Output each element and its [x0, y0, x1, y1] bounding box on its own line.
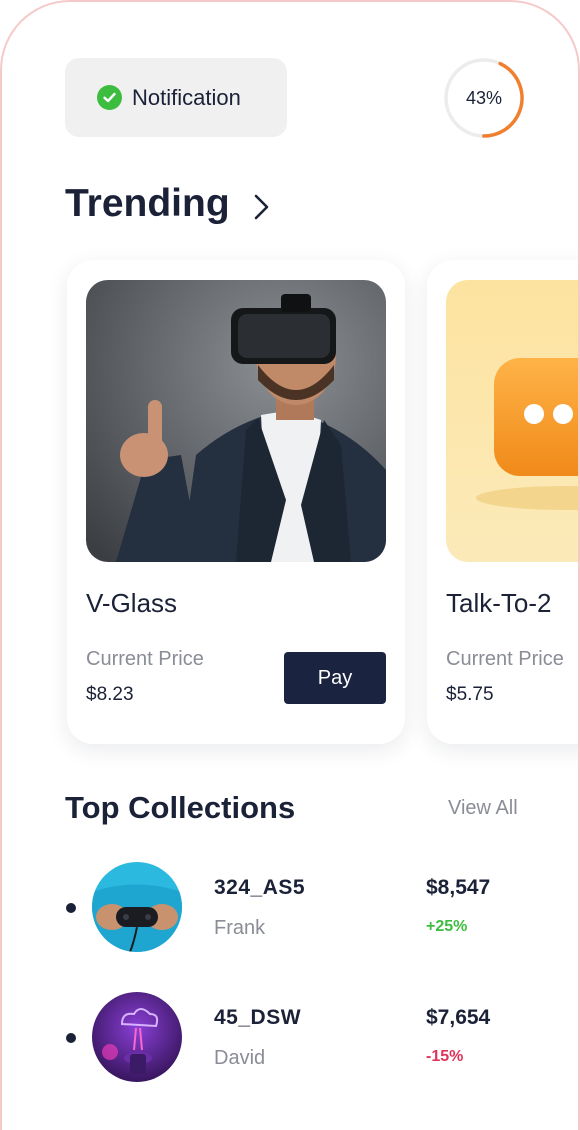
pay-button[interactable]: Pay [284, 652, 386, 704]
bullet-icon [66, 903, 76, 913]
price-value: $5.75 [446, 684, 494, 705]
view-all-link[interactable]: View All [448, 797, 518, 820]
vr-headset-man-photo [86, 280, 386, 562]
price-label: Current Price [446, 648, 564, 670]
orange-chat-bubble-3d [446, 280, 578, 562]
gamepad-blue-photo [92, 862, 182, 952]
collection-change: -15% [426, 1048, 464, 1065]
collection-change: +25% [426, 918, 468, 935]
collection-row[interactable]: 324_AS5 Frank $8,547 +25% [2, 862, 578, 954]
collection-value: $7,654 [426, 1006, 491, 1029]
notification-label: Notification [132, 84, 241, 110]
price-label: Current Price [86, 648, 204, 670]
notification-button[interactable]: Notification [65, 58, 287, 137]
check-circle-icon [97, 85, 122, 110]
trending-title: Trending [65, 182, 230, 225]
chevron-right-icon[interactable] [249, 192, 275, 222]
bullet-icon [66, 1033, 76, 1043]
progress-ring: 43% [443, 57, 525, 139]
collection-name: 324_AS5 [214, 876, 306, 899]
collection-owner: David [214, 1047, 266, 1069]
neon-purple-photo [92, 992, 182, 1082]
collection-owner: Frank [214, 917, 266, 939]
trending-card-talk-to-2[interactable]: Talk-To-2 Current Price $5.75 [427, 260, 578, 744]
trending-card-v-glass[interactable]: V-Glass Current Price $8.23 Pay [67, 260, 405, 744]
collection-value: $8,547 [426, 876, 491, 899]
card-name: Talk-To-2 [446, 588, 552, 618]
phone-frame: Notification 43% Trending V-Glass Curren… [0, 0, 580, 1130]
price-value: $8.23 [86, 684, 134, 705]
progress-label: 43% [465, 87, 503, 108]
collection-name: 45_DSW [214, 1006, 302, 1029]
collection-row[interactable]: 45_DSW David $7,654 -15% [2, 992, 578, 1084]
top-collections-title: Top Collections [65, 790, 296, 825]
card-name: V-Glass [86, 588, 178, 618]
